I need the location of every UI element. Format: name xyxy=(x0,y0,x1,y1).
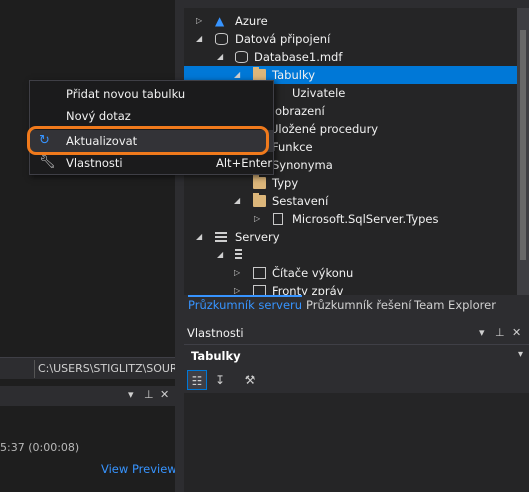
properties-title: Vlastnosti xyxy=(187,326,244,340)
collapse-icon[interactable]: ◢ xyxy=(196,30,202,48)
explorer-tabs: Průzkumník serveru Průzkumník řešení Tea… xyxy=(184,295,529,315)
tree-item-label: Sestavení xyxy=(272,194,329,208)
path-separator xyxy=(34,360,35,378)
tree-scrollbar-thumb[interactable] xyxy=(520,30,526,260)
server-icon xyxy=(235,249,242,260)
tree-item-label: Čítače výkonu xyxy=(272,266,354,280)
file-path-bar: C:\USERS\STIGLITZ\SOUR... xyxy=(0,357,188,379)
collapse-icon[interactable]: ◢ xyxy=(196,228,202,246)
collapse-icon[interactable]: ◢ xyxy=(234,192,240,210)
tree-item-label: Tabulky xyxy=(272,68,316,82)
expand-icon[interactable]: ▷ xyxy=(234,282,240,295)
menu-item-label: Vlastnosti xyxy=(66,156,123,170)
expand-icon[interactable]: ▷ xyxy=(254,210,260,228)
tree-item-label: Microsoft.SqlServer.Types xyxy=(292,212,439,226)
tree-item-label: Synonyma xyxy=(272,158,333,172)
collapse-icon[interactable]: ◢ xyxy=(217,48,223,66)
tree-item-label: Funkce xyxy=(272,140,313,154)
close-icon[interactable]: ✕ xyxy=(160,388,169,401)
tree-item-label: Database1.mdf xyxy=(254,50,343,64)
elapsed-time: 5:37 (0:00:08) xyxy=(0,441,80,454)
expand-icon[interactable]: ▷ xyxy=(234,264,240,282)
menu-item-properties[interactable]: 🔧︎ Vlastnosti Alt+Enter xyxy=(30,152,273,174)
splitter[interactable] xyxy=(175,0,184,492)
view-preview-link[interactable]: View Preview xyxy=(101,462,177,476)
tree-item-label: Servery xyxy=(235,230,280,244)
database-icon xyxy=(235,51,248,63)
menu-item-label: Přidat novou tabulku xyxy=(66,87,186,101)
tree-item-assemblies[interactable]: ◢ Sestavení xyxy=(184,192,529,210)
server-explorer-toolbar xyxy=(184,0,529,8)
wrench-icon: 🔧︎ xyxy=(39,155,56,170)
tree-item-label: obrazení xyxy=(275,104,325,118)
file-path[interactable]: C:\USERS\STIGLITZ\SOUR... xyxy=(38,362,188,375)
tree-item-data-connections[interactable]: ◢ Datová připojení xyxy=(184,30,529,48)
message-queue-icon xyxy=(253,285,266,295)
alphabetical-icon[interactable]: ↧ xyxy=(210,370,230,390)
property-pages-icon[interactable]: ⚒ xyxy=(240,370,260,390)
menu-item-label: Nový dotaz xyxy=(66,109,131,123)
tree-item-label: Uložené procedury xyxy=(270,122,379,136)
categorized-icon[interactable]: ☷ xyxy=(187,370,207,390)
tab-team-explorer[interactable]: Team Explorer xyxy=(414,295,496,315)
pin-icon[interactable]: ⊥ xyxy=(495,326,505,339)
data-connections-icon xyxy=(215,33,228,45)
collapse-icon[interactable]: ◢ xyxy=(217,246,223,264)
properties-object-selector[interactable]: Tabulky ▾ xyxy=(184,345,529,367)
tree-item-sqlserver-types[interactable]: ▷ Microsoft.SqlServer.Types xyxy=(184,210,529,228)
tree-item-server[interactable]: ◢ xyxy=(184,246,529,264)
output-panel-header: ▾ ⊥ ✕ xyxy=(0,386,175,406)
chevron-down-icon[interactable]: ▾ xyxy=(518,349,523,360)
file-icon xyxy=(273,213,283,225)
pin-icon[interactable]: ⊥ xyxy=(144,388,154,401)
folder-icon xyxy=(253,175,266,189)
tree-item-database[interactable]: ◢ Database1.mdf xyxy=(184,48,529,66)
tab-solution-explorer[interactable]: Průzkumník řešení xyxy=(306,295,411,315)
close-icon[interactable]: ✕ xyxy=(512,326,521,339)
tree-item-azure[interactable]: ▷ ▲ Azure xyxy=(184,12,529,30)
properties-toolbar: ☷ ↧ ⚒ xyxy=(184,367,529,393)
tree-item-performance-counters[interactable]: ▷ Čítače výkonu xyxy=(184,264,529,282)
dropdown-icon[interactable]: ▾ xyxy=(128,388,134,401)
menu-item-new-query[interactable]: Nový dotaz xyxy=(30,105,273,127)
tree-item-servers[interactable]: ◢ Servery xyxy=(184,228,529,246)
performance-counter-icon xyxy=(253,267,266,279)
expand-icon[interactable]: ▷ xyxy=(196,12,202,30)
tree-item-label: Fronty zpráv xyxy=(272,284,344,295)
highlight-ring xyxy=(27,126,269,155)
tree-item-message-queues[interactable]: ▷ Fronty zpráv xyxy=(184,282,529,295)
tree-item-label: Azure xyxy=(235,14,268,28)
menu-item-shortcut: Alt+Enter xyxy=(216,156,273,170)
tree-item-label: Typy xyxy=(272,176,299,190)
properties-grid xyxy=(184,393,529,492)
menu-item-add-table[interactable]: Přidat novou tabulku xyxy=(30,83,273,105)
selected-object: Tabulky xyxy=(191,349,241,363)
servers-icon xyxy=(215,232,227,242)
tree-item-types[interactable]: Typy xyxy=(184,174,529,192)
editor-area xyxy=(0,0,175,357)
azure-icon: ▲ xyxy=(215,14,225,28)
folder-icon xyxy=(253,193,266,207)
properties-header: Vlastnosti ▾ ⊥ ✕ xyxy=(184,321,529,345)
tree-item-label: Datová připojení xyxy=(235,32,331,46)
tree-item-label: Uzivatele xyxy=(292,86,346,100)
tab-server-explorer[interactable]: Průzkumník serveru xyxy=(188,295,303,315)
dropdown-icon[interactable]: ▾ xyxy=(479,326,485,339)
